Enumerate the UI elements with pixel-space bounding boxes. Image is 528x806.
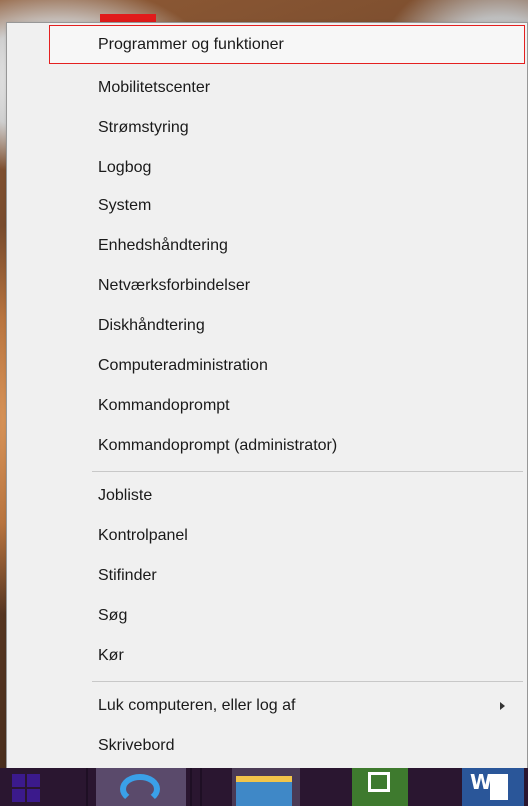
menu-item-label: Kontrolpanel <box>98 527 188 544</box>
menu-item-label: Kommandoprompt <box>98 397 230 414</box>
menu-item-shutdown-or-sign-out[interactable]: Luk computeren, eller log af <box>98 687 517 725</box>
submenu-arrow-icon <box>500 702 505 710</box>
menu-item-device-manager[interactable]: Enhedshåndtering <box>98 227 517 265</box>
menu-item-programs-and-features[interactable]: Programmer og funktioner <box>49 25 525 64</box>
menu-item-label: Kør <box>98 647 124 664</box>
windows-logo-icon[interactable] <box>12 774 42 804</box>
taskbar-divider <box>86 768 88 806</box>
menu-item-label: System <box>98 197 152 214</box>
menu-item-label: Skrivebord <box>98 737 175 754</box>
menu-item-desktop[interactable]: Skrivebord <box>98 727 517 765</box>
store-icon[interactable] <box>352 768 408 806</box>
menu-item-label: Stifinder <box>98 567 157 584</box>
menu-item-event-viewer[interactable]: Logbog <box>98 149 517 187</box>
menu-item-network-connections[interactable]: Netværksforbindelser <box>98 267 517 305</box>
taskbar: W <box>0 768 528 806</box>
menu-item-computer-management[interactable]: Computeradministration <box>98 347 517 385</box>
menu-item-control-panel[interactable]: Kontrolpanel <box>98 517 517 555</box>
menu-item-power-options[interactable]: Strømstyring <box>98 109 517 147</box>
quick-link-menu: Programmer og funktioner Mobilitetscente… <box>6 22 528 770</box>
menu-item-mobility-center[interactable]: Mobilitetscenter <box>98 69 517 107</box>
menu-separator <box>92 471 523 472</box>
menu-item-label: Mobilitetscenter <box>98 79 211 96</box>
menu-icon-column <box>7 23 85 769</box>
menu-item-run[interactable]: Kør <box>98 637 517 675</box>
taskbar-divider <box>190 768 192 806</box>
menu-separator <box>92 681 523 682</box>
menu-item-command-prompt-admin[interactable]: Kommandoprompt (administrator) <box>98 427 517 465</box>
menu-item-file-explorer[interactable]: Stifinder <box>98 557 517 595</box>
menu-item-label: Strømstyring <box>98 119 189 136</box>
menu-item-label: Programmer og funktioner <box>98 35 284 53</box>
menu-item-label: Computeradministration <box>98 357 268 374</box>
word-glyph: W <box>470 770 493 794</box>
menu-item-command-prompt[interactable]: Kommandoprompt <box>98 387 517 425</box>
menu-item-system[interactable]: System <box>98 187 517 225</box>
menu-item-label: Netværksforbindelser <box>98 277 251 294</box>
menu-item-search[interactable]: Søg <box>98 597 517 635</box>
menu-item-label: Enhedshåndtering <box>98 237 228 254</box>
taskbar-divider <box>200 768 202 806</box>
menu-item-disk-management[interactable]: Diskhåndtering <box>98 307 517 345</box>
menu-item-label: Kommandoprompt (administrator) <box>98 437 338 454</box>
menu-item-label: Diskhåndtering <box>98 317 205 334</box>
menu-item-label: Logbog <box>98 159 152 176</box>
menu-item-label: Jobliste <box>98 487 153 504</box>
menu-item-task-manager[interactable]: Jobliste <box>98 477 517 515</box>
file-explorer-icon[interactable] <box>232 768 300 806</box>
word-icon[interactable]: W <box>462 768 524 806</box>
menu-item-label: Søg <box>98 607 128 624</box>
menu-item-label: Luk computeren, eller log af <box>98 697 296 714</box>
internet-explorer-icon[interactable] <box>96 768 186 806</box>
